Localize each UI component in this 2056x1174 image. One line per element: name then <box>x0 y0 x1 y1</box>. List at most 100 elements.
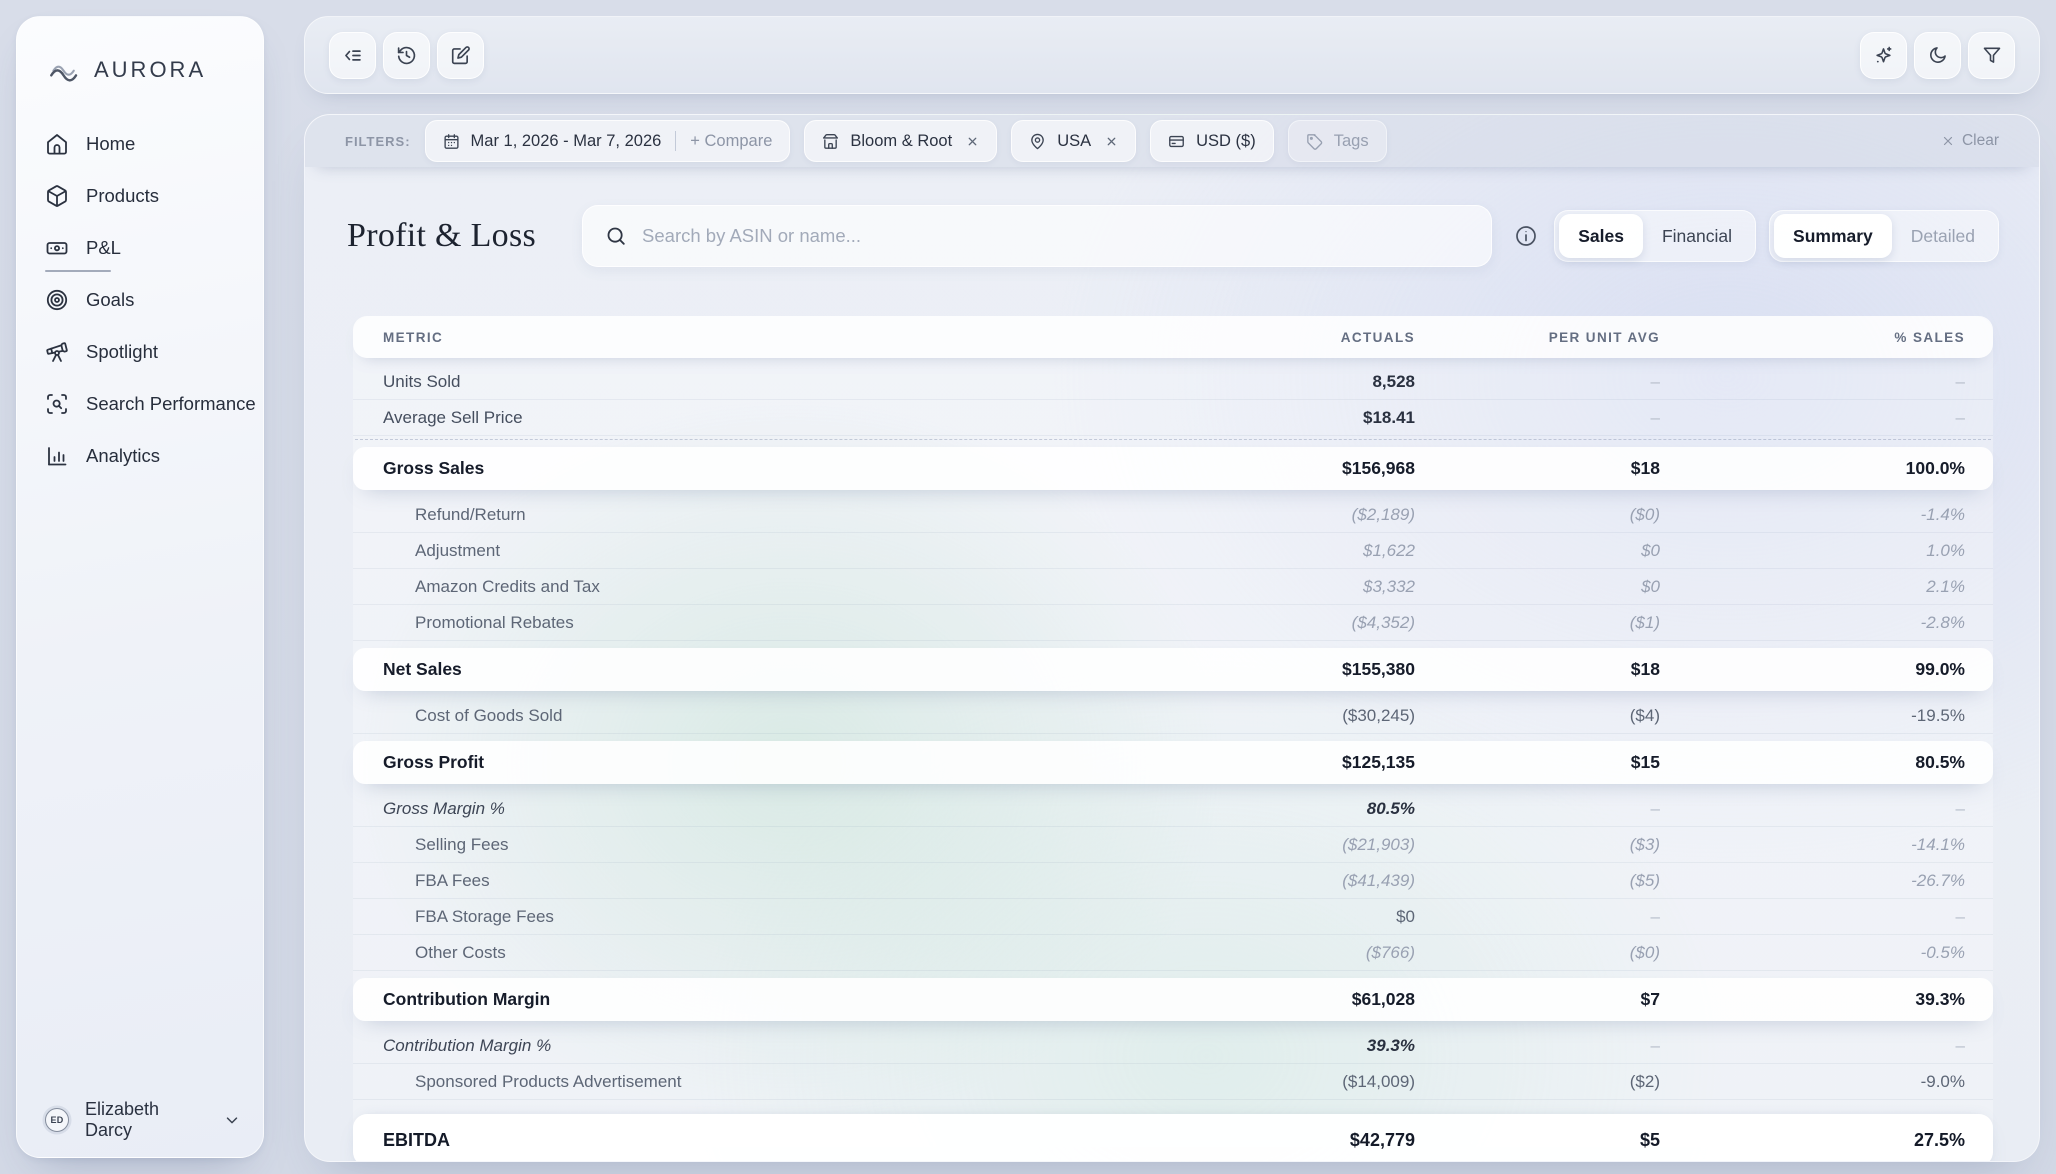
user-menu[interactable]: ED Elizabeth Darcy <box>45 1103 241 1137</box>
moon-icon <box>1928 45 1948 65</box>
filter-icon <box>1982 45 2002 65</box>
filter-button[interactable] <box>1968 32 2015 79</box>
sidebar-item-label: Search Performance <box>86 393 256 415</box>
divider <box>675 131 676 151</box>
row-pct-sales-value: 80.5% <box>1660 752 1965 773</box>
collapse-sidebar-button[interactable] <box>329 32 376 79</box>
filters-bar: FILTERS: Mar 1, 2026 - Mar 7, 2026 + Com… <box>305 115 2039 167</box>
search-input[interactable] <box>642 225 1469 247</box>
view-toggle: Sales Financial <box>1554 210 1756 262</box>
sidebar-item-goals[interactable]: Goals <box>17 274 263 326</box>
table-row: EBITDA$42,779$527.5% <box>353 1114 1993 1162</box>
row-per-unit-value: $18 <box>1415 659 1660 680</box>
clear-filters-button[interactable]: Clear <box>1941 132 1999 150</box>
row-per-unit-value: $5 <box>1415 1130 1660 1151</box>
store-icon <box>822 133 839 150</box>
sidebar-item-search-performance[interactable]: Search Performance <box>17 378 263 430</box>
target-icon <box>45 288 69 312</box>
row-metric-label: Contribution Margin % <box>353 1036 1225 1056</box>
table-row: Selling Fees($21,903)($3)-14.1% <box>353 827 1993 863</box>
table-row: Contribution Margin$61,028$739.3% <box>353 978 1993 1021</box>
history-button[interactable] <box>383 32 430 79</box>
pnl-table: METRIC ACTUALS PER UNIT AVG % SALES Unit… <box>353 316 1993 1147</box>
row-actuals-value: 8,528 <box>1225 372 1415 392</box>
row-per-unit-value: $15 <box>1415 752 1660 773</box>
column-header-pct-sales: % SALES <box>1660 330 1965 345</box>
row-actuals-value: ($2,189) <box>1225 505 1415 525</box>
row-per-unit-value: $0 <box>1415 541 1660 561</box>
tab-detailed[interactable]: Detailed <box>1892 214 1994 258</box>
table-row: Refund/Return($2,189)($0)-1.4% <box>353 497 1993 533</box>
sidebar-item-label: Products <box>86 185 159 207</box>
dark-mode-button[interactable] <box>1914 32 1961 79</box>
toolbar-right-group <box>1860 32 2015 79</box>
row-metric-label: FBA Fees <box>353 871 1225 891</box>
row-per-unit-value: – <box>1415 372 1660 392</box>
tab-sales[interactable]: Sales <box>1559 214 1643 258</box>
currency-filter[interactable]: USD ($) <box>1150 120 1274 162</box>
sparkles-icon <box>1873 45 1894 66</box>
package-icon <box>45 184 69 208</box>
table-row: FBA Storage Fees$0–– <box>353 899 1993 935</box>
row-metric-label: EBITDA <box>353 1130 1225 1151</box>
search-box[interactable] <box>582 205 1492 267</box>
edit-button[interactable] <box>437 32 484 79</box>
table-row: Other Costs($766)($0)-0.5% <box>353 935 1993 971</box>
row-pct-sales-value: – <box>1660 1036 1965 1056</box>
row-per-unit-value: ($5) <box>1415 871 1660 891</box>
sidebar-item-analytics[interactable]: Analytics <box>17 430 263 482</box>
currency-label: USD ($) <box>1196 132 1256 151</box>
tab-summary[interactable]: Summary <box>1774 214 1892 258</box>
marketplace-filter[interactable]: Bloom & Root <box>804 120 997 162</box>
date-range-filter[interactable]: Mar 1, 2026 - Mar 7, 2026 + Compare <box>425 120 791 162</box>
ai-assistant-button[interactable] <box>1860 32 1907 79</box>
logo-text: AURORA <box>94 57 206 83</box>
row-pct-sales-value: -0.5% <box>1660 943 1965 963</box>
section-divider <box>355 439 1991 440</box>
row-actuals-value: $3,332 <box>1225 577 1415 597</box>
sidebar-item-pnl[interactable]: P&L <box>17 222 263 274</box>
row-metric-label: Cost of Goods Sold <box>353 706 1225 726</box>
logo: AURORA <box>17 17 263 87</box>
bar-chart-icon <box>45 444 69 468</box>
detail-toggle: Summary Detailed <box>1769 210 1999 262</box>
clear-label: Clear <box>1962 132 1999 150</box>
row-metric-label: Net Sales <box>353 659 1225 680</box>
country-filter[interactable]: USA <box>1011 120 1136 162</box>
row-pct-sales-value: 39.3% <box>1660 989 1965 1010</box>
column-header-per-unit-avg: PER UNIT AVG <box>1415 330 1660 345</box>
close-icon[interactable] <box>966 135 979 148</box>
table-row: Cost of Goods Sold($30,245)($4)-19.5% <box>353 698 1993 734</box>
scan-search-icon <box>45 392 69 416</box>
row-per-unit-value: $18 <box>1415 458 1660 479</box>
row-actuals-value: ($21,903) <box>1225 835 1415 855</box>
row-actuals-value: $61,028 <box>1225 989 1415 1010</box>
row-per-unit-value: ($3) <box>1415 835 1660 855</box>
row-actuals-value: ($14,009) <box>1225 1072 1415 1092</box>
tags-filter[interactable]: Tags <box>1288 120 1387 162</box>
banknote-icon <box>45 236 69 260</box>
compare-button[interactable]: + Compare <box>690 132 772 151</box>
row-pct-sales-value: 99.0% <box>1660 659 1965 680</box>
sidebar-item-label: Spotlight <box>86 341 158 363</box>
table-row: Amazon Credits and Tax$3,332$02.1% <box>353 569 1993 605</box>
row-pct-sales-value: 27.5% <box>1660 1130 1965 1151</box>
tab-financial[interactable]: Financial <box>1643 214 1751 258</box>
row-actuals-value: 80.5% <box>1225 799 1415 819</box>
row-per-unit-value: – <box>1415 408 1660 428</box>
sidebar-item-home[interactable]: Home <box>17 118 263 170</box>
credit-card-icon <box>1168 133 1185 150</box>
row-metric-label: Other Costs <box>353 943 1225 963</box>
row-actuals-value: 39.3% <box>1225 1036 1415 1056</box>
sidebar: AURORA Home Products P&L Goals <box>16 16 264 1158</box>
sidebar-item-products[interactable]: Products <box>17 170 263 222</box>
row-actuals-value: $18.41 <box>1225 408 1415 428</box>
row-actuals-value: $0 <box>1225 907 1415 927</box>
collapse-sidebar-icon <box>342 45 363 66</box>
info-icon[interactable] <box>1514 224 1538 248</box>
sidebar-item-label: Goals <box>86 289 134 311</box>
content-panel: FILTERS: Mar 1, 2026 - Mar 7, 2026 + Com… <box>304 114 2040 1162</box>
row-pct-sales-value: -14.1% <box>1660 835 1965 855</box>
sidebar-item-spotlight[interactable]: Spotlight <box>17 326 263 378</box>
close-icon[interactable] <box>1105 135 1118 148</box>
